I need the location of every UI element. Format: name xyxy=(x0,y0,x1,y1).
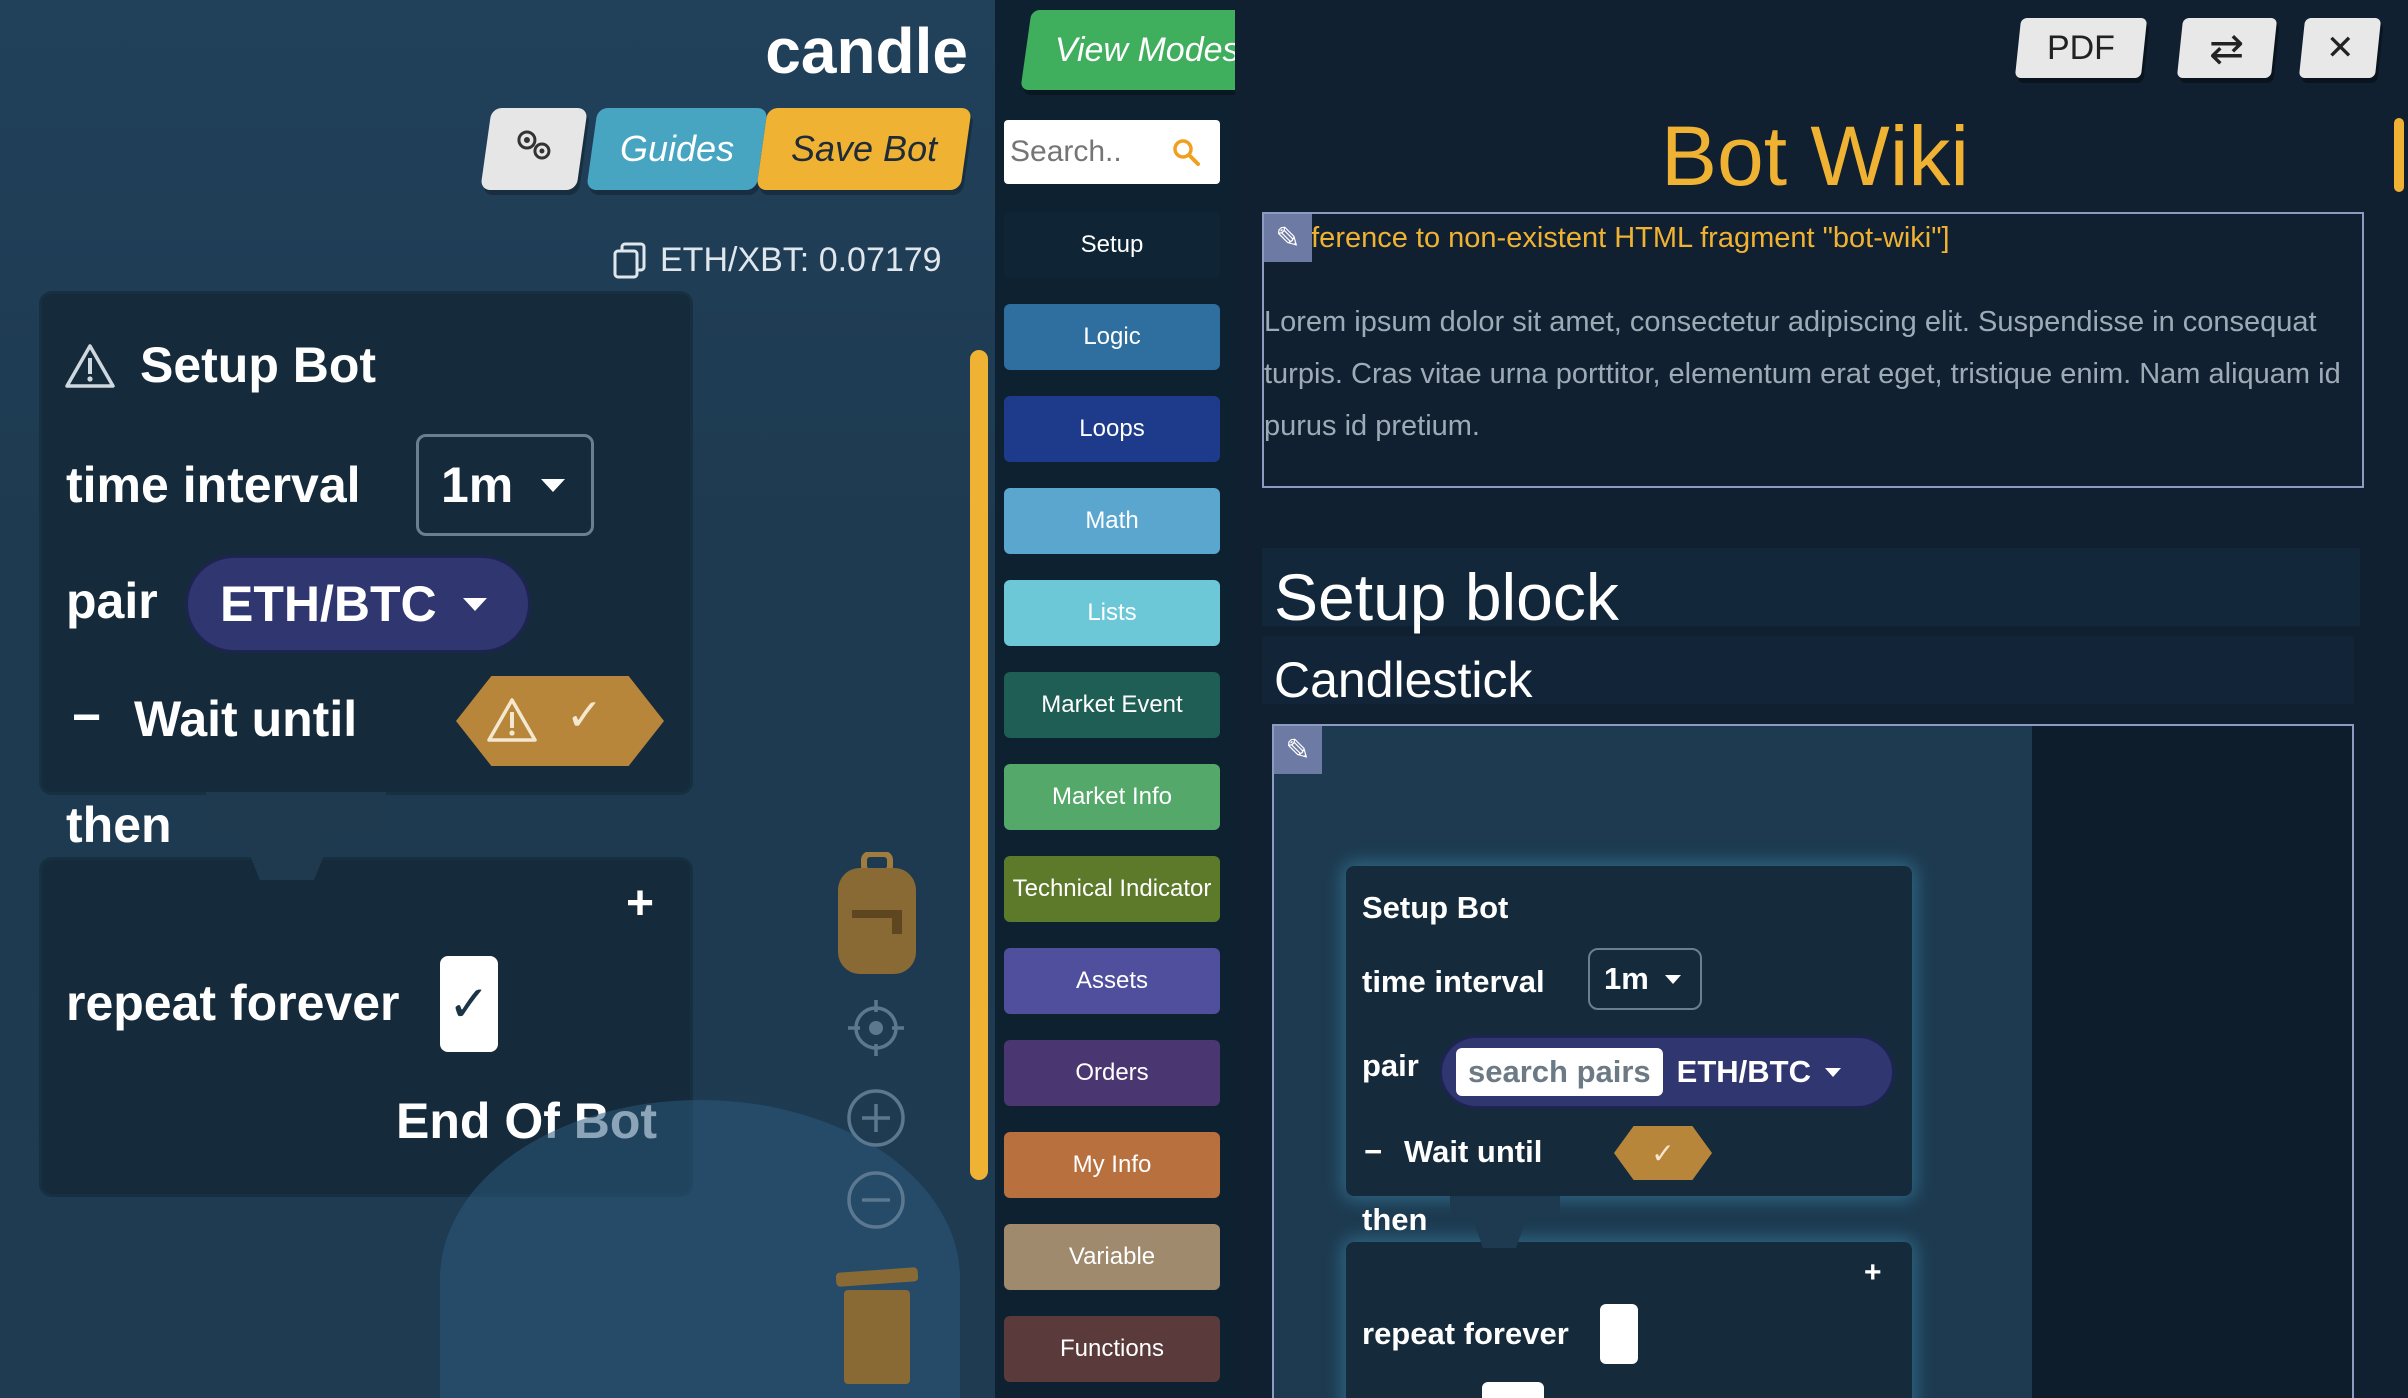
subsection-heading: Candlestick xyxy=(1262,636,2354,708)
preview-add-statement-button[interactable]: + xyxy=(1864,1256,1882,1290)
time-interval-label: time interval xyxy=(66,457,361,513)
chevron-down-icon xyxy=(1664,974,1681,984)
repeat-forever-label: repeat forever xyxy=(66,975,400,1031)
trash-icon[interactable] xyxy=(834,1262,920,1386)
close-icon: ✕ xyxy=(2325,29,2355,67)
category-search[interactable] xyxy=(1004,120,1220,184)
pdf-button[interactable]: PDF xyxy=(2014,18,2148,78)
wiki-title: Bot Wiki xyxy=(1660,109,1970,203)
block-preview: ✎ Setup Bot time interval 1m pair search… xyxy=(1272,724,2354,1398)
preview-repeat-forever-label: repeat forever xyxy=(1362,1316,1569,1351)
preview-pair-dropdown[interactable]: search pairs ETH/BTC xyxy=(1442,1038,1892,1106)
category-my-info[interactable]: My Info xyxy=(1004,1132,1220,1198)
edit-pencil-icon[interactable]: ✎ xyxy=(1264,214,1312,262)
category-technical-indicator[interactable]: Technical Indicator xyxy=(1004,856,1220,922)
preview-then-label: then xyxy=(1362,1202,1428,1237)
setup-bot-title: Setup Bot xyxy=(140,337,377,393)
preview-search-pairs-input[interactable]: search pairs xyxy=(1456,1048,1663,1096)
bot-workspace[interactable]: candle Guides Save Bot ETH/XBT: 0.07179 … xyxy=(0,0,995,1398)
wait-until-label: Wait until xyxy=(134,691,358,747)
pair-label: pair xyxy=(66,573,158,629)
price-readout[interactable]: ETH/XBT: 0.07179 xyxy=(610,240,942,280)
wiki-paragraph: Lorem ipsum dolor sit amet, consectetur … xyxy=(1264,306,2341,442)
time-interval-dropdown[interactable]: 1m xyxy=(416,434,594,536)
zoom-out-icon[interactable] xyxy=(846,1170,906,1230)
center-target-icon[interactable] xyxy=(846,998,906,1058)
zoom-in-icon[interactable] xyxy=(846,1088,906,1148)
search-input[interactable] xyxy=(1010,135,1170,169)
category-logic[interactable]: Logic xyxy=(1004,304,1220,370)
category-loops[interactable]: Loops xyxy=(1004,396,1220,462)
preview-setup-title: Setup Bot xyxy=(1362,890,1509,925)
fragment-reference-text: [Reference to non-existent HTML fragment… xyxy=(1266,222,1950,254)
category-market-info[interactable]: Market Info xyxy=(1004,764,1220,830)
warning-icon xyxy=(487,698,537,742)
category-setup[interactable]: Setup xyxy=(1004,212,1220,278)
add-statement-button[interactable]: + xyxy=(626,876,654,931)
close-button[interactable]: ✕ xyxy=(2298,18,2382,78)
preview-checkbox[interactable] xyxy=(1482,1382,1544,1398)
swap-panels-button[interactable]: ⇄ xyxy=(2176,18,2278,78)
preview-collapse-button[interactable]: − xyxy=(1364,1134,1382,1170)
preview-condition-block[interactable]: ✓ xyxy=(1614,1126,1712,1180)
category-variable[interactable]: Variable xyxy=(1004,1224,1220,1290)
bot-name: candle xyxy=(765,15,968,87)
preview-time-interval-dropdown[interactable]: 1m xyxy=(1588,948,1702,1010)
swap-icon: ⇄ xyxy=(2209,24,2245,72)
then-label: then xyxy=(66,797,172,853)
section-heading: Setup block xyxy=(1262,548,2360,634)
check-icon: ✓ xyxy=(566,691,603,740)
pair-dropdown[interactable]: ETH/BTC xyxy=(188,558,528,650)
preview-wait-until-label: Wait until xyxy=(1404,1134,1543,1169)
settings-button[interactable] xyxy=(480,108,588,190)
chevron-down-icon xyxy=(541,478,566,492)
category-lists[interactable]: Lists xyxy=(1004,580,1220,646)
repeat-forever-checkbox[interactable]: ✓ xyxy=(440,956,498,1052)
preview-pair-label: pair xyxy=(1362,1048,1419,1083)
chevron-down-icon xyxy=(1825,1067,1841,1077)
workspace-scrollbar[interactable] xyxy=(970,350,988,1180)
preview-repeat-checkbox[interactable] xyxy=(1600,1304,1638,1364)
save-bot-button[interactable]: Save Bot xyxy=(756,108,972,190)
category-functions[interactable]: Functions xyxy=(1004,1316,1220,1382)
guides-button[interactable]: Guides xyxy=(586,108,768,190)
chevron-down-icon xyxy=(462,597,487,611)
edit-pencil-icon[interactable]: ✎ xyxy=(1274,726,1322,774)
search-icon[interactable] xyxy=(1170,136,1202,168)
price-text: ETH/XBT: 0.07179 xyxy=(660,240,942,279)
gears-icon xyxy=(512,125,556,174)
category-market-event[interactable]: Market Event xyxy=(1004,672,1220,738)
copy-icon[interactable] xyxy=(610,240,650,280)
warning-icon xyxy=(65,344,115,388)
collapse-button[interactable]: − xyxy=(72,688,101,746)
backpack-icon[interactable] xyxy=(836,852,918,976)
preview-time-interval-label: time interval xyxy=(1362,964,1545,999)
category-math[interactable]: Math xyxy=(1004,488,1220,554)
category-assets[interactable]: Assets xyxy=(1004,948,1220,1014)
wiki-scrollbar[interactable] xyxy=(2394,118,2404,192)
category-orders[interactable]: Orders xyxy=(1004,1040,1220,1106)
